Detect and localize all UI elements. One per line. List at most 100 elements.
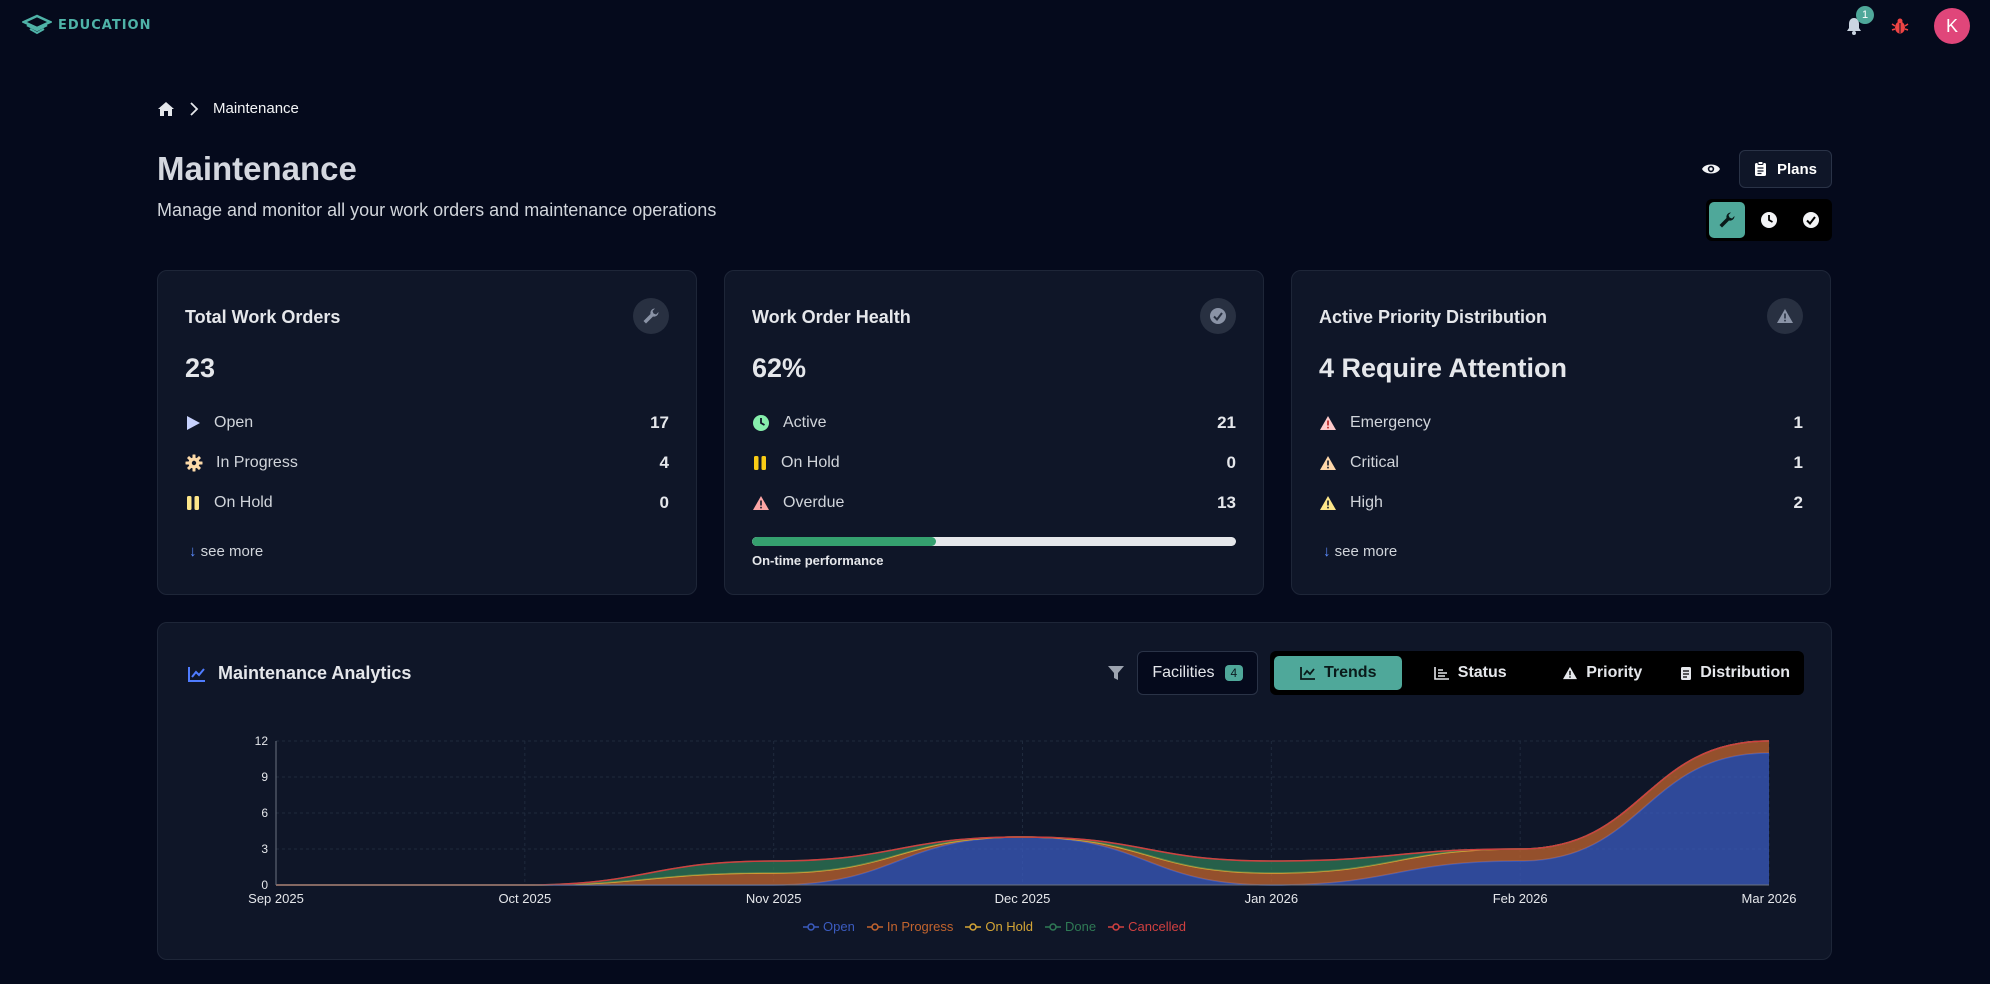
bug-icon xyxy=(1891,18,1909,34)
check-circle-icon xyxy=(1803,212,1819,228)
stat-label: Active xyxy=(783,414,827,431)
health-percentage: 62% xyxy=(752,353,807,383)
breadcrumb-current: Maintenance xyxy=(213,100,299,117)
legend-swatch xyxy=(1108,922,1125,931)
warning-icon xyxy=(1320,496,1336,510)
chart-legend: Open In Progress On Hold Done Cancelled xyxy=(158,919,1831,934)
see-more-label: see more xyxy=(200,543,264,560)
stat-value: 0 xyxy=(1226,453,1236,472)
pause-icon xyxy=(187,496,199,510)
stat-value: 13 xyxy=(1217,493,1236,512)
stat-row-in-progress: In Progress 4 xyxy=(185,443,669,483)
legend-item[interactable]: Cancelled xyxy=(1108,919,1186,934)
clock-icon xyxy=(753,415,769,431)
page-title: Maintenance xyxy=(157,150,357,187)
y-tick-label: 9 xyxy=(261,770,268,784)
arrow-down-icon: ↓ xyxy=(189,543,197,560)
y-tick-label: 3 xyxy=(261,842,268,856)
wrench-icon xyxy=(633,298,669,334)
history-view-button[interactable] xyxy=(1751,202,1787,238)
legend-label: Open xyxy=(823,919,855,934)
user-avatar[interactable]: K xyxy=(1934,8,1970,44)
legend-label: Done xyxy=(1065,919,1097,934)
top-bar: EDUCATION 1 K xyxy=(0,0,1990,52)
stat-value: 0 xyxy=(659,493,669,512)
clipboard-icon xyxy=(1754,161,1766,176)
x-tick-label: Mar 2026 xyxy=(1742,891,1797,906)
see-more-link[interactable]: ↓ see more xyxy=(189,543,263,560)
card-title: Total Work Orders xyxy=(185,307,341,327)
gear-icon xyxy=(185,454,203,472)
card-title: Active Priority Distribution xyxy=(1319,307,1548,327)
legend-item[interactable]: Open xyxy=(803,919,855,934)
notifications-button[interactable]: 1 xyxy=(1842,6,1874,38)
stat-value: 1 xyxy=(1793,453,1803,472)
completed-view-button[interactable] xyxy=(1793,202,1829,238)
x-tick-label: Sep 2025 xyxy=(248,891,304,906)
warning-icon xyxy=(753,496,769,510)
priority-distribution-card: Active Priority Distribution 4 Require A… xyxy=(1291,270,1831,595)
see-more-link[interactable]: ↓ see more xyxy=(1323,543,1397,560)
stat-label: On Hold xyxy=(214,494,273,511)
legend-item[interactable]: In Progress xyxy=(866,919,954,934)
warning-icon xyxy=(1320,416,1336,430)
x-tick-label: Oct 2025 xyxy=(498,891,551,906)
eye-icon xyxy=(1701,164,1720,174)
stat-value: 2 xyxy=(1793,493,1803,512)
legend-label: In Progress xyxy=(886,919,954,934)
legend-item[interactable]: On Hold xyxy=(965,919,1033,934)
legend-label: Cancelled xyxy=(1128,919,1186,934)
warning-icon xyxy=(1320,456,1336,470)
legend-item[interactable]: Done xyxy=(1045,919,1096,934)
stat-label: Emergency xyxy=(1350,414,1431,431)
arrow-down-icon: ↓ xyxy=(1323,543,1331,560)
x-tick-label: Dec 2025 xyxy=(995,891,1051,906)
legend-swatch xyxy=(1045,922,1062,931)
page-subtitle: Manage and monitor all your work orders … xyxy=(157,200,717,220)
attention-count: 4 Require Attention xyxy=(1319,353,1568,383)
stat-value: 4 xyxy=(659,453,669,472)
y-tick-label: 6 xyxy=(261,806,268,820)
card-title: Work Order Health xyxy=(752,307,911,327)
progress-fill xyxy=(752,537,936,546)
total-work-orders-card: Total Work Orders 23 Open 17 In Progress… xyxy=(157,270,697,595)
on-time-progress-bar xyxy=(752,537,1236,546)
y-tick-label: 0 xyxy=(261,878,268,892)
brand-name: EDUCATION xyxy=(58,17,152,33)
stat-row-on-hold: On Hold 0 xyxy=(185,483,669,523)
stat-label: Open xyxy=(214,414,254,431)
see-more-label: see more xyxy=(1334,543,1398,560)
bug-report-button[interactable] xyxy=(1888,14,1912,38)
stat-row-open: Open 17 xyxy=(185,403,669,443)
clock-icon xyxy=(1761,212,1777,228)
legend-label: On Hold xyxy=(985,919,1034,934)
stat-row-emergency: Emergency 1 xyxy=(1319,403,1803,443)
chevron-right-icon xyxy=(190,101,199,116)
work-orders-view-button[interactable] xyxy=(1709,202,1745,238)
plans-label: Plans xyxy=(1776,160,1817,178)
notification-count: 1 xyxy=(1856,6,1874,24)
logo-icon xyxy=(22,14,52,35)
progress-label: On-time performance xyxy=(752,553,884,568)
view-button[interactable] xyxy=(1699,157,1723,181)
stat-row-critical: Critical 1 xyxy=(1319,443,1803,483)
maintenance-analytics-panel: Maintenance Analytics Facilities 4 Trend… xyxy=(157,622,1832,960)
stat-row-overdue: Overdue 13 xyxy=(752,483,1236,523)
legend-swatch xyxy=(866,922,883,931)
work-order-health-card: Work Order Health 62% Active 21 On Hold … xyxy=(724,270,1264,595)
total-count: 23 xyxy=(185,353,216,383)
legend-swatch xyxy=(803,922,820,931)
stat-row-active: Active 21 xyxy=(752,403,1236,443)
play-icon xyxy=(187,416,200,430)
stat-value: 21 xyxy=(1217,413,1236,432)
check-circle-icon xyxy=(1200,298,1236,334)
trends-area-chart: 0 3 6 9 12 Sep 2025 Oct 2025 Nov 2025 Dec 2025 Ja… xyxy=(248,734,1797,906)
stat-row-on-hold: On Hold 0 xyxy=(752,443,1236,483)
warning-icon xyxy=(1767,298,1803,334)
wrench-icon xyxy=(1719,212,1735,228)
x-tick-label: Feb 2026 xyxy=(1493,891,1548,906)
plans-button[interactable]: Plans xyxy=(1738,150,1832,188)
pause-icon xyxy=(754,456,766,470)
brand-logo[interactable]: EDUCATION xyxy=(22,14,151,36)
home-icon[interactable] xyxy=(157,101,175,117)
